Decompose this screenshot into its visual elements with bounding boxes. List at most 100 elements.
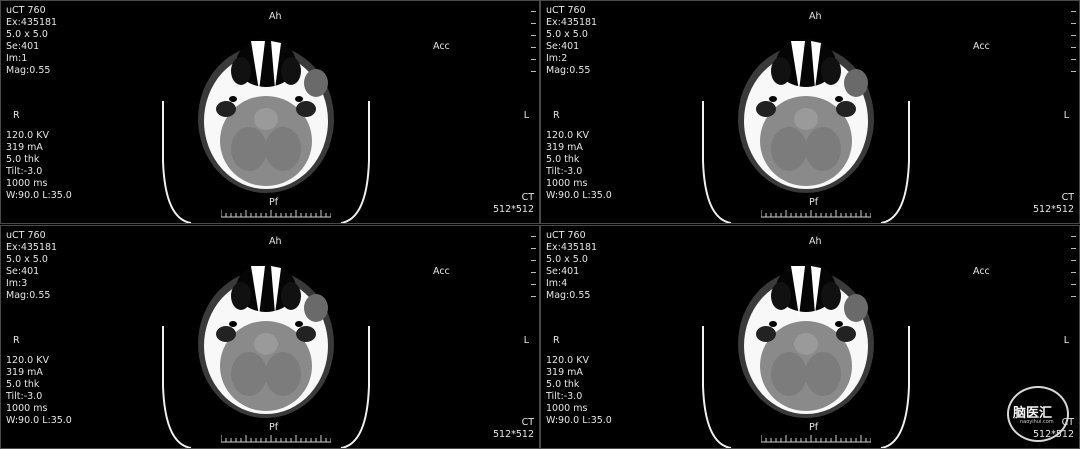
window-level: W:90.0 L:35.0 [546,190,612,201]
gantry-tilt: Tilt:-3.0 [546,166,583,177]
magnification: Mag:0.55 [546,65,591,76]
image-number: Im:2 [546,53,568,64]
edge-scale-tick [1071,260,1076,261]
image-format-info: CT 512*512 [1033,192,1074,216]
window-level: W:90.0 L:35.0 [546,415,612,426]
edge-scale-tick [531,248,536,249]
orientation-right-label: R [553,335,560,346]
ct-axial-slice-image [702,39,910,223]
edge-scale-tick [531,23,536,24]
accession-label: Acc [973,41,990,52]
window-level: W:90.0 L:35.0 [6,190,72,201]
pixel-spacing: 5.0 x 5.0 [6,29,48,40]
modality-label: CT [521,192,534,203]
orientation-posterior-label: Pf [269,197,279,208]
edge-scale-tick [531,47,536,48]
scale-ruler [761,435,871,443]
pixel-spacing: 5.0 x 5.0 [6,254,48,265]
modality-label: CT [1061,192,1074,203]
slice-thickness: 5.0 thk [546,379,580,390]
scanner-model: uCT 760 [546,230,586,241]
edge-scale-tick [531,296,536,297]
image-number: Im:3 [6,278,28,289]
gantry-tilt: Tilt:-3.0 [6,391,43,402]
orientation-posterior-label: Pf [809,422,819,433]
image-format-info: CT 512*512 [493,417,534,441]
matrix-size: 512*512 [1032,204,1074,215]
patient-study-info: uCT 760 Ex:435181 5.0 x 5.0 Se:401 Im:2 … [546,5,597,77]
exam-number: Ex:435181 [546,242,598,253]
edge-scale-tick [1071,71,1076,72]
watermark-subtext: naoyihui.com [1020,419,1054,425]
image-number: Im:4 [546,278,568,289]
orientation-left-label: L [523,335,529,346]
magnification: Mag:0.55 [6,290,51,301]
scale-ruler [761,210,871,218]
ct-viewport-4[interactable]: uCT 760 Ex:435181 5.0 x 5.0 Se:401 Im:4 … [540,225,1080,449]
edge-scale-tick [1071,47,1076,48]
edge-scale-tick [531,35,536,36]
orientation-left-label: L [523,110,529,121]
tube-current: 319 mA [6,142,43,153]
edge-scale-tick [531,272,536,273]
tube-voltage: 120.0 KV [546,130,589,141]
matrix-size: 512*512 [492,204,534,215]
slice-thickness: 5.0 thk [6,379,40,390]
accession-label: Acc [973,266,990,277]
orientation-posterior-label: Pf [809,197,819,208]
edge-scale-tick [531,59,536,60]
orientation-anterior-label: Ah [269,11,282,22]
pixel-spacing: 5.0 x 5.0 [546,254,588,265]
series-number: Se:401 [546,266,580,277]
edge-scale-tick [1071,23,1076,24]
edge-scale-tick [1071,59,1076,60]
modality-label: CT [521,417,534,428]
patient-study-info: uCT 760 Ex:435181 5.0 x 5.0 Se:401 Im:4 … [546,230,597,302]
scale-ruler [221,210,331,218]
gantry-tilt: Tilt:-3.0 [6,166,43,177]
orientation-anterior-label: Ah [809,236,822,247]
scanner-model: uCT 760 [6,5,46,16]
acquisition-params: 120.0 KV 319 mA 5.0 thk Tilt:-3.0 1000 m… [6,355,72,427]
edge-scale-tick [1071,296,1076,297]
series-number: Se:401 [6,41,40,52]
series-number: Se:401 [546,41,580,52]
ct-viewer: uCT 760 Ex:435181 5.0 x 5.0 Se:401 Im:1 … [0,0,1080,449]
gantry-tilt: Tilt:-3.0 [546,391,583,402]
edge-scale-tick [1071,284,1076,285]
magnification: Mag:0.55 [6,65,51,76]
patient-study-info: uCT 760 Ex:435181 5.0 x 5.0 Se:401 Im:1 … [6,5,57,77]
edge-scale-tick [531,260,536,261]
exam-number: Ex:435181 [6,17,58,28]
image-format-info: CT 512*512 [493,192,534,216]
acquisition-params: 120.0 KV 319 mA 5.0 thk Tilt:-3.0 1000 m… [546,355,612,427]
magnification: Mag:0.55 [546,290,591,301]
orientation-anterior-label: Ah [809,11,822,22]
exposure-time: 1000 ms [6,403,48,414]
slice-thickness: 5.0 thk [6,154,40,165]
edge-scale-tick [1071,272,1076,273]
tube-current: 319 mA [546,367,583,378]
image-number: Im:1 [6,53,28,64]
ct-viewport-2[interactable]: uCT 760 Ex:435181 5.0 x 5.0 Se:401 Im:2 … [540,0,1080,224]
accession-label: Acc [433,266,450,277]
slice-thickness: 5.0 thk [546,154,580,165]
matrix-size: 512*512 [492,429,534,440]
edge-scale-tick [531,284,536,285]
edge-scale-tick [1071,35,1076,36]
orientation-right-label: R [13,110,20,121]
exposure-time: 1000 ms [546,178,588,189]
tube-voltage: 120.0 KV [546,355,589,366]
ct-axial-slice-image [162,264,370,448]
ct-axial-slice-image [162,39,370,223]
tube-voltage: 120.0 KV [6,355,49,366]
series-number: Se:401 [6,266,40,277]
exposure-time: 1000 ms [546,403,588,414]
orientation-right-label: R [553,110,560,121]
ct-viewport-1[interactable]: uCT 760 Ex:435181 5.0 x 5.0 Se:401 Im:1 … [0,0,540,224]
edge-scale-tick [1071,11,1076,12]
acquisition-params: 120.0 KV 319 mA 5.0 thk Tilt:-3.0 1000 m… [546,130,612,202]
tube-current: 319 mA [6,367,43,378]
ct-axial-slice-image [702,264,910,448]
ct-viewport-3[interactable]: uCT 760 Ex:435181 5.0 x 5.0 Se:401 Im:3 … [0,225,540,449]
